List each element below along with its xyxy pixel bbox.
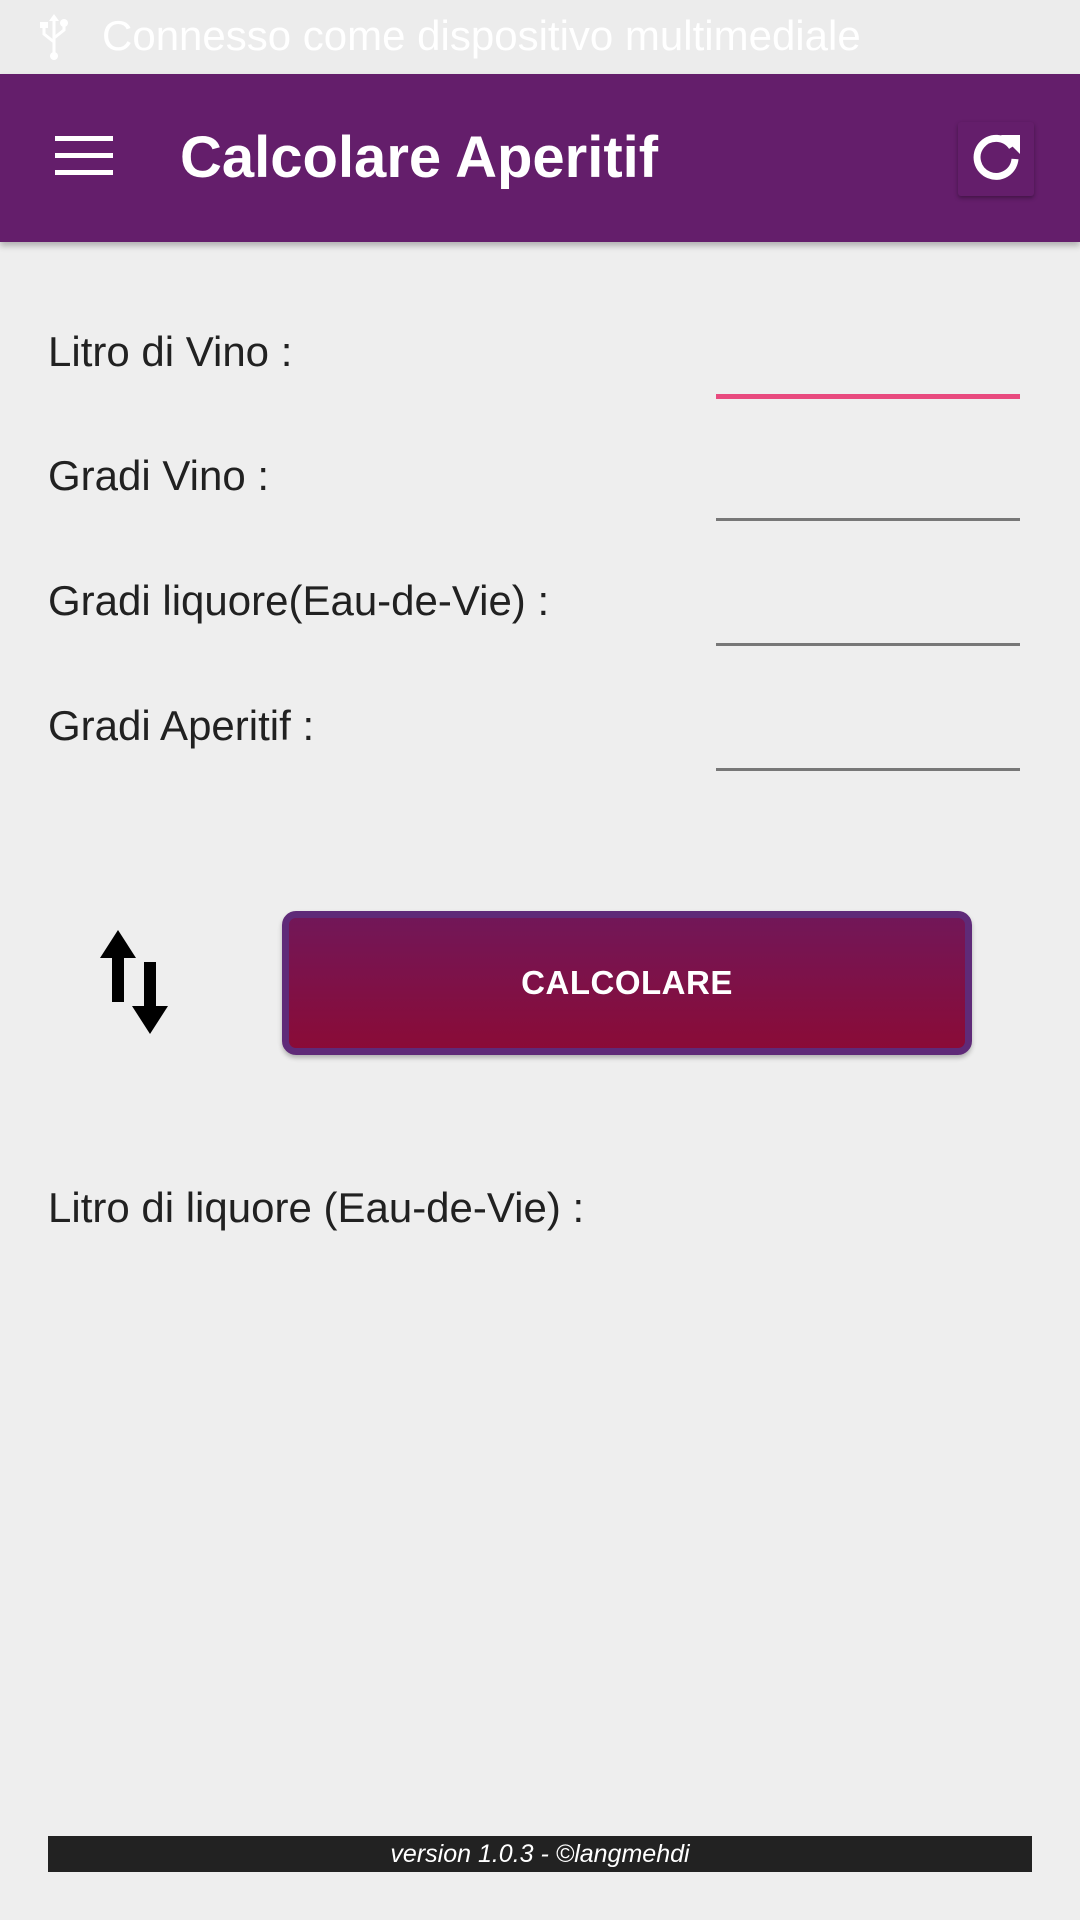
status-bar: Connesso come dispositivo multimediale <box>0 0 1080 74</box>
status-notification-text: Connesso come dispositivo multimediale <box>102 12 861 59</box>
refresh-icon <box>968 129 1024 190</box>
form-row-litro-vino: Litro di Vino : <box>0 320 1080 430</box>
litro-vino-input[interactable] <box>716 334 1020 399</box>
form-row-gradi-vino: Gradi Vino : <box>0 444 1080 554</box>
page-title: Calcolare Aperitif <box>180 125 659 190</box>
gradi-aperitif-input[interactable] <box>716 708 1020 771</box>
gradi-liquore-input[interactable] <box>716 583 1020 646</box>
swap-vertical-icon[interactable] <box>98 926 176 1038</box>
form-row-gradi-liquore: Gradi liquore(Eau-de-Vie) : <box>0 569 1080 679</box>
gradi-aperitif-label: Gradi Aperitif : <box>48 702 315 749</box>
usb-icon <box>36 14 72 60</box>
app-bar: Calcolare Aperitif <box>0 74 1080 242</box>
gradi-vino-input[interactable] <box>716 458 1020 521</box>
gradi-liquore-label: Gradi liquore(Eau-de-Vie) : <box>48 577 550 624</box>
refresh-button[interactable] <box>958 122 1034 196</box>
version-footer: version 1.0.3 - ©langmehdi <box>48 1836 1032 1872</box>
hamburger-menu-icon <box>55 134 113 183</box>
litro-vino-label: Litro di Vino : <box>48 328 293 375</box>
gradi-vino-label: Gradi Vino : <box>48 452 270 499</box>
calcolare-button[interactable]: CALCOLARE <box>282 911 972 1055</box>
menu-button[interactable] <box>40 118 128 198</box>
result-label: Litro di liquore (Eau-de-Vie) : <box>48 1184 585 1231</box>
screen: Connesso come dispositivo multimediale C… <box>0 0 1080 1920</box>
form-row-gradi-aperitif: Gradi Aperitif : <box>0 694 1080 804</box>
